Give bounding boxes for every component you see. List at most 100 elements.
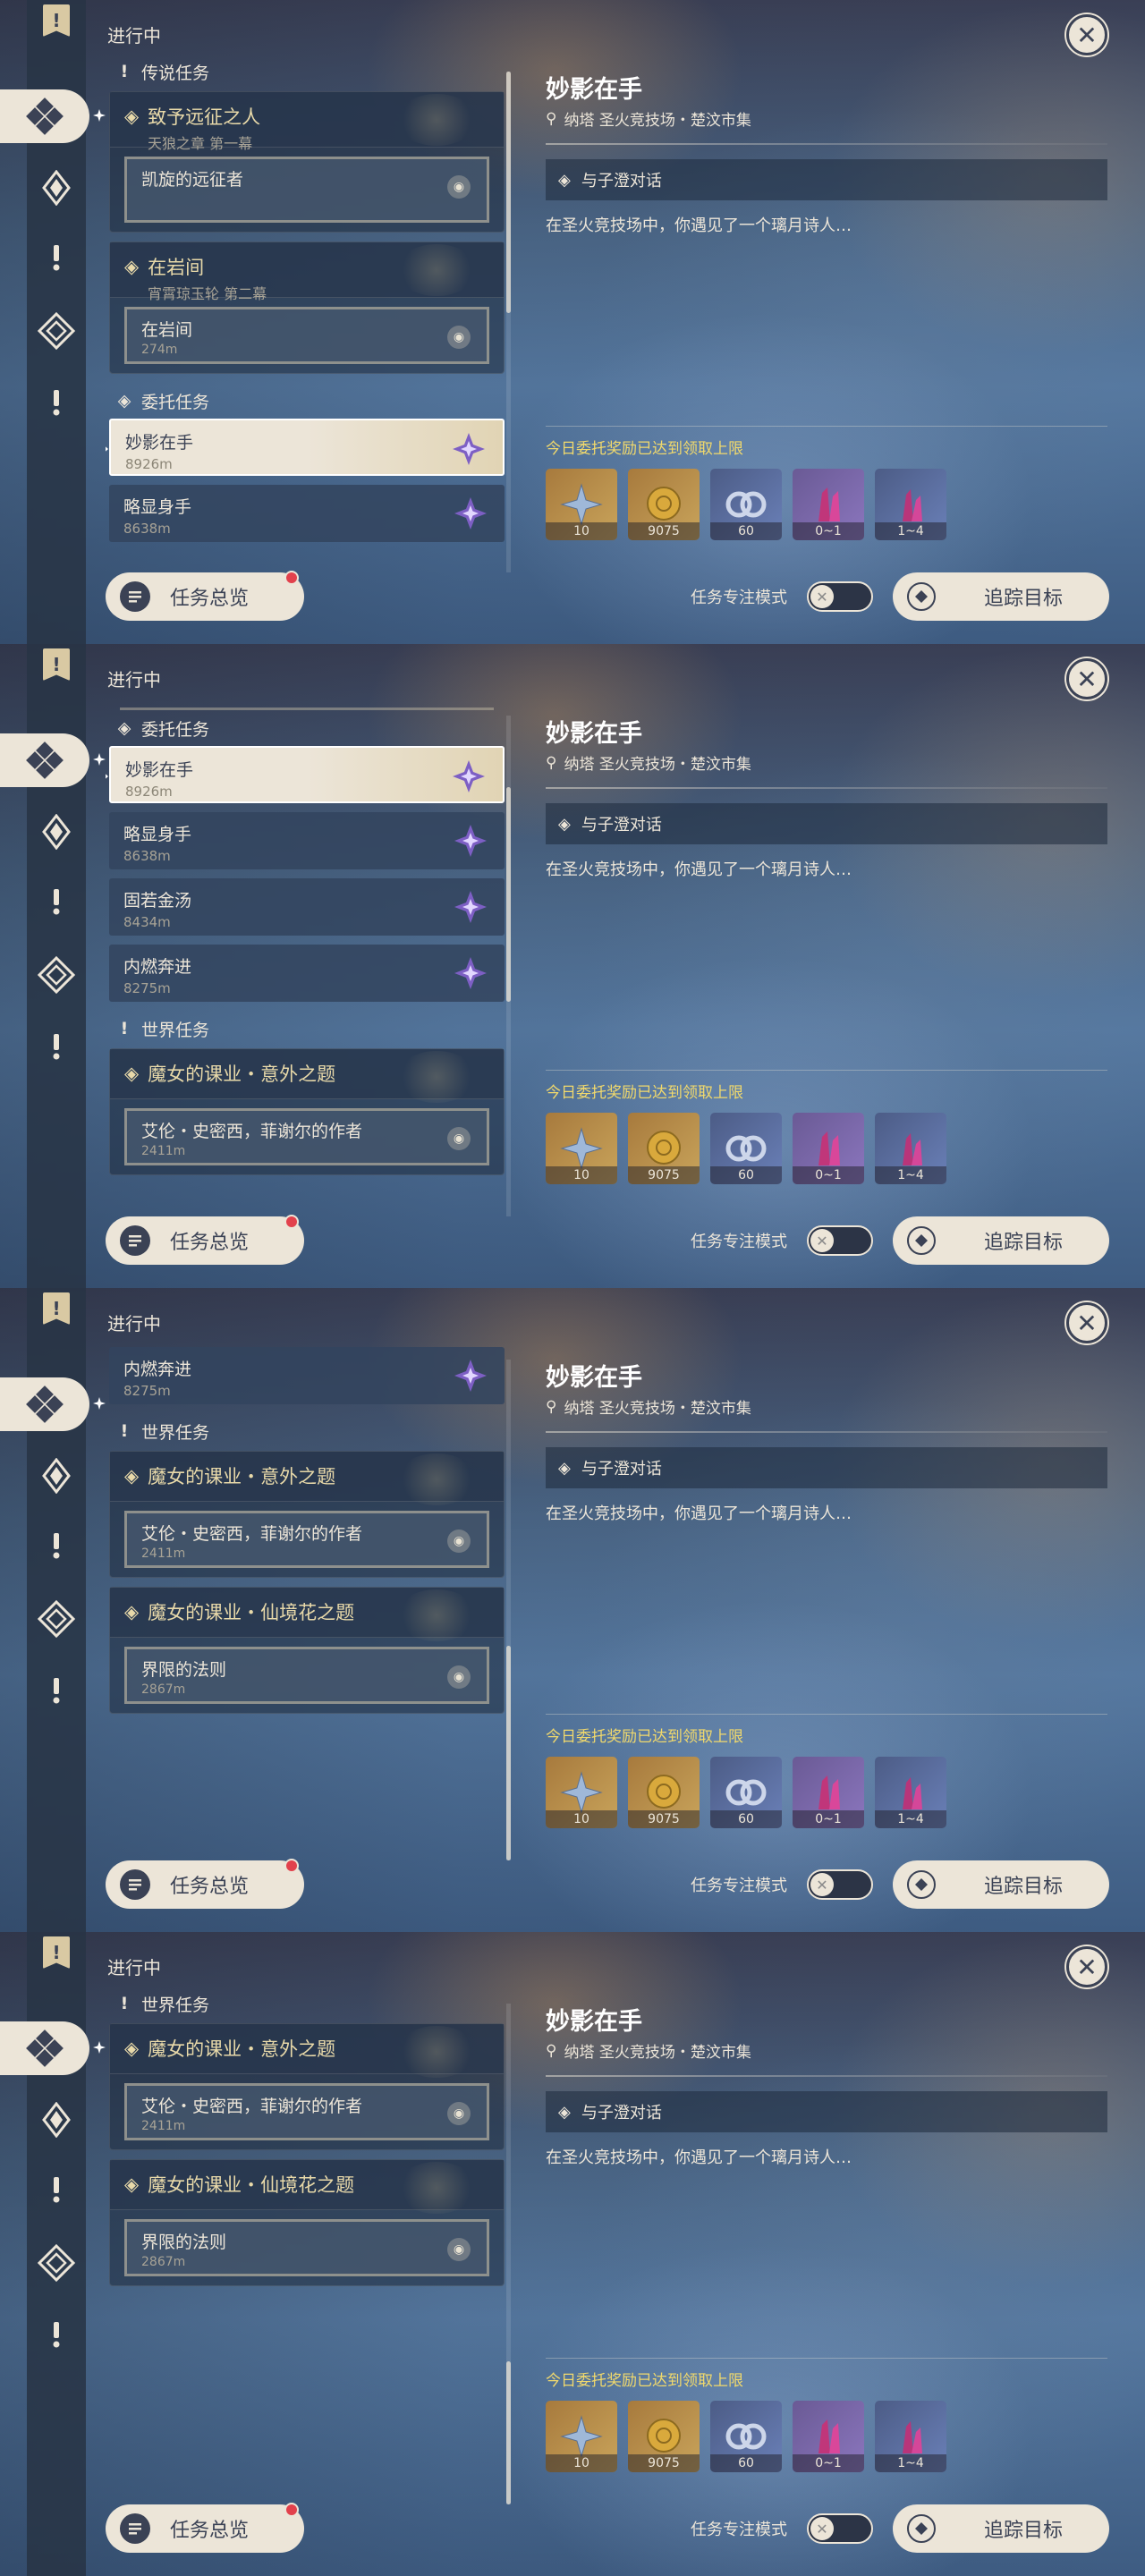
commission-item-selected[interactable]: 妙影在手 8926m [106,746,505,803]
scroll-thumb[interactable] [506,72,511,313]
list-scrollbar[interactable] [506,2004,511,2504]
quest-overview-button[interactable]: 任务总览 [106,1859,304,1909]
commission-item[interactable]: 略显身手 8638m [109,812,505,869]
friendship-exp-icon[interactable]: 60 [710,1113,782,1184]
sidebar-item-archon[interactable] [34,809,79,854]
quest-header[interactable]: ◈ 魔女的课业・仙境花之题 [110,2160,504,2214]
sidebar-item-world[interactable] [34,1024,79,1069]
quest-header[interactable]: ◈ 魔女的课业・仙境花之题 [110,1588,504,1641]
quest-overview-button[interactable]: 任务总览 [106,571,304,621]
location-pin-icon[interactable]: ◉ [447,1665,471,1689]
adventure-exp-icon[interactable]: 10 [546,2401,617,2472]
track-target-button[interactable]: 追踪目标 [893,572,1109,621]
location-pin-icon[interactable]: ◉ [447,175,471,199]
sidebar-item-all[interactable] [0,1377,89,1431]
friendship-exp-icon[interactable]: 60 [710,2401,782,2472]
location-pin-icon[interactable]: ◉ [447,1127,471,1150]
location-pin-icon[interactable]: ◉ [447,2102,471,2125]
sidebar-item-world[interactable] [34,380,79,425]
mora-icon[interactable]: 9075 [628,469,700,540]
quest-group-world1[interactable]: ◈ 魔女的课业・意外之题 艾伦・史密西，菲谢尔的作者 2411m ◉ [109,2023,505,2150]
quest-step[interactable]: 在岩间 274m ◉ [124,307,489,364]
commission-item-selected[interactable]: 妙影在手 8926m [106,419,505,476]
quest-group-legend2[interactable]: ◈ 在岩间 宵霄琼玉轮 第二幕 在岩间 274m ◉ [109,242,505,374]
quest-step[interactable]: 凯旋的远征者 ◉ [124,157,489,223]
sidebar-item-commission[interactable] [34,953,79,997]
sidebar-item-commission[interactable] [34,309,79,353]
quest-header[interactable]: ◈ 致予远征之人 天狼之章 第一幕 [110,92,504,152]
quest-group-world1[interactable]: ◈ 魔女的课业・意外之题 艾伦・史密西，菲谢尔的作者 2411m ◉ [109,1451,505,1578]
commission-item[interactable]: 略显身手 8638m [109,485,505,542]
location-pin-icon[interactable]: ◉ [447,1530,471,1553]
mora-icon[interactable]: 9075 [628,1113,700,1184]
crystal-icon[interactable]: 0~1 [793,1113,864,1184]
friendship-exp-icon[interactable]: 60 [710,469,782,540]
mora-icon[interactable]: 9075 [628,2401,700,2472]
quest-group-world1[interactable]: ◈ 魔女的课业・意外之题 艾伦・史密西，菲谢尔的作者 2411m ◉ [109,1048,505,1175]
sidebar-item-archon[interactable] [34,165,79,210]
quest-group-legend1[interactable]: ◈ 致予远征之人 天狼之章 第一幕 凯旋的远征者 ◉ [109,91,505,233]
close-button[interactable]: ✕ [1066,14,1107,55]
sidebar-item-all[interactable] [0,89,89,143]
focus-mode-toggle[interactable]: ✕ [807,1869,873,1900]
quest-header[interactable]: ◈ 在岩间 宵霄琼玉轮 第二幕 [110,242,504,302]
scroll-thumb[interactable] [506,2361,511,2504]
scroll-thumb[interactable] [506,787,511,1002]
close-button[interactable]: ✕ [1066,1302,1107,1343]
quest-book-icon[interactable]: ! [32,1932,81,1973]
sidebar-item-archon[interactable] [34,2097,79,2142]
commission-item[interactable]: 内燃奔进 8275m [109,945,505,1002]
crystal-chunk-icon[interactable]: 1~4 [875,1757,946,1828]
quest-book-icon[interactable]: ! [32,644,81,685]
scroll-thumb[interactable] [506,1646,511,1860]
commission-item[interactable]: 固若金汤 8434m [109,878,505,936]
sidebar-item-legend[interactable] [34,1523,79,1568]
crystal-chunk-icon[interactable]: 1~4 [875,469,946,540]
focus-mode-toggle[interactable]: ✕ [807,2513,873,2544]
list-scrollbar[interactable] [506,716,511,1216]
location-pin-icon[interactable]: ◉ [447,326,471,349]
focus-mode-toggle[interactable]: ✕ [807,1225,873,1256]
quest-group-world2[interactable]: ◈ 魔女的课业・仙境花之题 界限的法则 2867m ◉ [109,1587,505,1714]
list-scrollbar[interactable] [506,1360,511,1860]
quest-overview-button[interactable]: 任务总览 [106,1215,304,1265]
sidebar-item-world[interactable] [34,1668,79,1713]
quest-list[interactable]: ! 世界任务 ◈ 魔女的课业・意外之题 艾伦・史密西，菲谢尔的作者 2411m ◉ ◈ 魔… [106,1986,508,2487]
crystal-icon[interactable]: 0~1 [793,2401,864,2472]
adventure-exp-icon[interactable]: 10 [546,1757,617,1828]
sidebar-item-legend[interactable] [34,235,79,280]
quest-step[interactable]: 界限的法则 2867m ◉ [124,1647,489,1704]
quest-step[interactable]: 界限的法则 2867m ◉ [124,2219,489,2276]
sidebar-item-all[interactable] [0,733,89,787]
quest-group-world2[interactable]: ◈ 魔女的课业・仙境花之题 界限的法则 2867m ◉ [109,2159,505,2286]
track-target-button[interactable]: 追踪目标 [893,1216,1109,1265]
quest-overview-button[interactable]: 任务总览 [106,2503,304,2553]
track-target-button[interactable]: 追踪目标 [893,1860,1109,1909]
quest-step[interactable]: 艾伦・史密西，菲谢尔的作者 2411m ◉ [124,1108,489,1165]
commission-item[interactable]: 内燃奔进 8275m [109,1347,505,1404]
sidebar-item-commission[interactable] [34,2241,79,2285]
close-button[interactable]: ✕ [1066,1946,1107,1987]
quest-list[interactable]: 内燃奔进 8275m ! 世界任务 ◈ 魔女的课业・意外之题 艾伦・史密西，菲谢尔的作… [106,1342,508,1843]
quest-list[interactable]: ◈ 委托任务 妙影在手 8926m 略显身手 8638m 固若金汤 8434m 内燃奔进… [106,698,508,1199]
quest-book-icon[interactable]: ! [32,0,81,41]
close-button[interactable]: ✕ [1066,658,1107,699]
focus-mode-toggle[interactable]: ✕ [807,581,873,612]
adventure-exp-icon[interactable]: 10 [546,1113,617,1184]
sidebar-item-archon[interactable] [34,1453,79,1498]
crystal-icon[interactable]: 0~1 [793,1757,864,1828]
sidebar-item-all[interactable] [0,2021,89,2075]
sidebar-item-world[interactable] [34,2312,79,2357]
quest-header[interactable]: ◈ 魔女的课业・意外之题 [110,2024,504,2078]
mora-icon[interactable]: 9075 [628,1757,700,1828]
quest-step[interactable]: 艾伦・史密西，菲谢尔的作者 2411m ◉ [124,1511,489,1568]
sidebar-item-commission[interactable] [34,1597,79,1641]
crystal-chunk-icon[interactable]: 1~4 [875,1113,946,1184]
adventure-exp-icon[interactable]: 10 [546,469,617,540]
track-target-button[interactable]: 追踪目标 [893,2504,1109,2553]
friendship-exp-icon[interactable]: 60 [710,1757,782,1828]
location-pin-icon[interactable]: ◉ [447,2238,471,2261]
quest-header[interactable]: ◈ 魔女的课业・意外之题 [110,1049,504,1103]
sidebar-item-legend[interactable] [34,2167,79,2212]
quest-step[interactable]: 艾伦・史密西，菲谢尔的作者 2411m ◉ [124,2083,489,2140]
